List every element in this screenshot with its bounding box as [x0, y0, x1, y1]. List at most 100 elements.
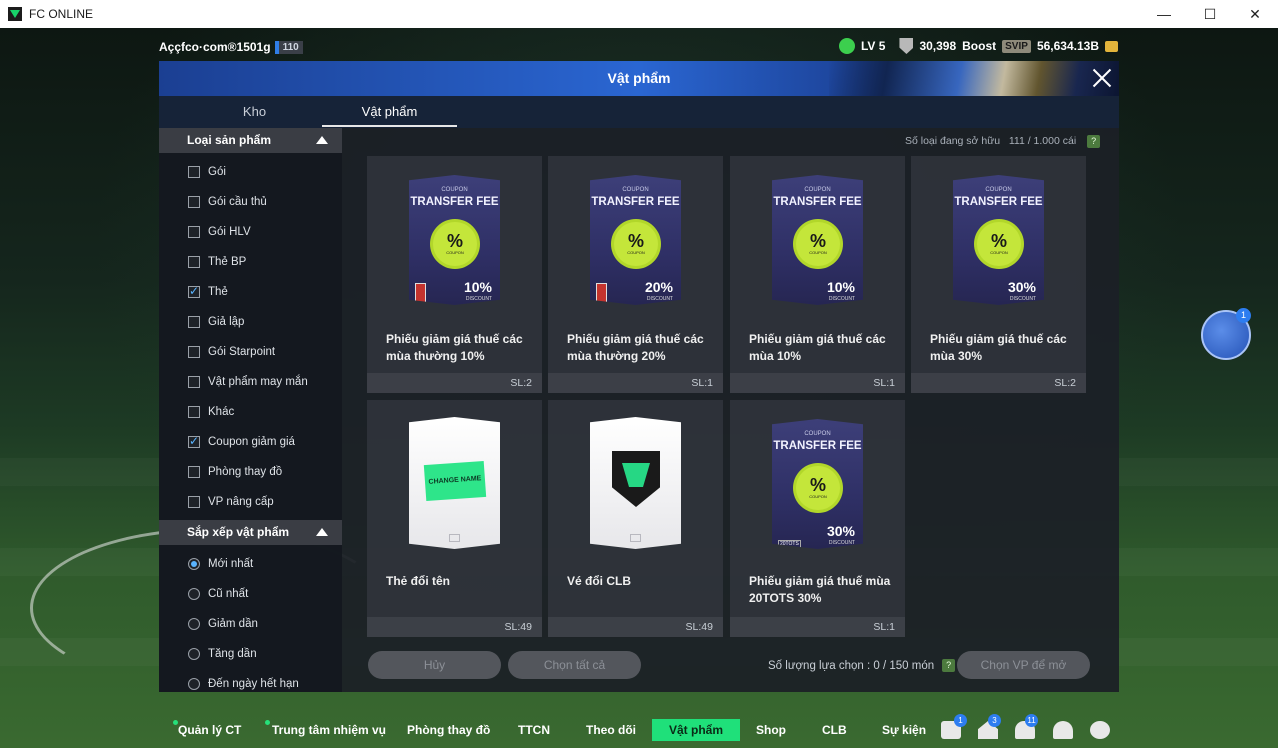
radio[interactable]: [188, 618, 200, 630]
notification-dot: [265, 720, 270, 725]
nav-clb[interactable]: CLB: [822, 721, 847, 739]
checkbox[interactable]: [188, 376, 200, 388]
item-name: Phiếu giảm giá thuế các mùa 10%: [749, 332, 886, 363]
nav-theo-doi[interactable]: Theo dõi: [586, 721, 636, 739]
filter-gia-lap[interactable]: Giả lập: [188, 313, 244, 331]
collapse-arrow-icon[interactable]: [316, 136, 328, 144]
modal-tabs: Kho Vật phẩm: [159, 96, 1119, 128]
filter-vp-nang-cap[interactable]: VP nâng cấp: [188, 493, 274, 511]
filter-vat-pham-may-man[interactable]: Vật phẩm may mắn: [188, 373, 308, 391]
checkbox[interactable]: [188, 166, 200, 178]
coupon-card-image: COUPON TRANSFER FEE % COUPON 20% DISCOUNT: [590, 175, 681, 305]
community-chat-icon[interactable]: 1: [1201, 308, 1251, 360]
sort-oldest[interactable]: Cũ nhất: [188, 585, 248, 603]
app-logo-icon: [8, 7, 22, 21]
close-icon[interactable]: [1090, 66, 1114, 90]
level-text: LV 5: [860, 39, 886, 53]
filter-sidebar: Loại sản phẩm Gói Gói cầu thủ Gói HLV Th…: [159, 128, 342, 692]
shield-icon: [899, 38, 914, 54]
help-icon[interactable]: ?: [942, 659, 956, 672]
nav-quan-ly-ct[interactable]: Quản lý CT: [178, 721, 241, 739]
select-all-button[interactable]: Chọn tất cả: [508, 651, 641, 679]
nav-trung-tam-nhiem-vu[interactable]: Trung tâm nhiệm vụ: [272, 721, 386, 739]
coupon-card-image: COUPON TRANSFER FEE % COUPON 20TOTS 30% DI…: [772, 419, 863, 549]
percent-badge-icon: % COUPON: [614, 222, 658, 266]
filter-the-bp[interactable]: Thẻ BP: [188, 253, 246, 271]
checkbox[interactable]: [188, 466, 200, 478]
checkbox[interactable]: [188, 256, 200, 268]
checkbox-checked[interactable]: [188, 434, 200, 448]
sort-expiry[interactable]: Đến ngày hết hạn: [188, 675, 299, 693]
settings-icon[interactable]: [1090, 721, 1110, 739]
nav-shop[interactable]: Shop: [756, 721, 786, 739]
coupon-card-image: COUPON TRANSFER FEE % COUPON 10% DISCOUNT: [772, 175, 863, 305]
nav-vat-pham[interactable]: Vật phẩm: [652, 719, 741, 741]
profile-icon[interactable]: [1053, 721, 1073, 739]
filter-goi-cau-thu[interactable]: Gói cầu thủ: [188, 193, 267, 211]
sort-descending[interactable]: Giảm dần: [188, 615, 258, 633]
coins-value: 56,634.13B: [1036, 39, 1099, 53]
filter-the[interactable]: Thẻ: [188, 283, 228, 301]
item-quantity: SL:1: [873, 377, 895, 389]
filter-goi-starpoint[interactable]: Gói Starpoint: [188, 343, 275, 361]
checkbox[interactable]: [188, 196, 200, 208]
checkbox[interactable]: [188, 226, 200, 238]
close-window-button[interactable]: ✕: [1232, 0, 1278, 28]
sort-header[interactable]: Sắp xếp vật phẩm: [159, 520, 342, 545]
item-card[interactable]: Vé đổi CLB SL:49: [548, 400, 723, 637]
tab-kho[interactable]: Kho: [187, 96, 322, 127]
items-modal: Vật phẩm Kho Vật phẩm Loại sản phẩm Gói …: [159, 61, 1119, 692]
radio-selected[interactable]: [188, 558, 200, 570]
item-name: Phiếu giảm giá thuế các mùa thường 10%: [386, 332, 523, 363]
window-titlebar: FC ONLINE — ☐ ✕: [0, 0, 1278, 28]
percent-badge-icon: % COUPON: [977, 222, 1021, 266]
bell-badge: 11: [1025, 714, 1038, 727]
maximize-button[interactable]: ☐: [1187, 0, 1233, 28]
radio[interactable]: [188, 588, 200, 600]
filter-phong-thay-do[interactable]: Phòng thay đồ: [188, 463, 282, 481]
item-card[interactable]: COUPON TRANSFER FEE % COUPON 10% DISCOUNT …: [367, 156, 542, 393]
no-icon: [596, 283, 607, 303]
level-smile-icon: [838, 38, 855, 54]
help-icon[interactable]: ?: [1087, 135, 1101, 148]
username: Aççfco·com®1501g: [159, 40, 271, 54]
club-shield-icon: [612, 451, 660, 507]
item-quantity: SL:49: [504, 621, 532, 633]
minimize-button[interactable]: —: [1141, 0, 1187, 28]
checkbox[interactable]: [188, 496, 200, 508]
boost-label[interactable]: Boost: [962, 39, 996, 53]
filter-khac[interactable]: Khác: [188, 403, 234, 421]
checkbox[interactable]: [188, 346, 200, 358]
filter-goi-hlv[interactable]: Gói HLV: [188, 223, 251, 241]
hud-user: Aççfco·com®1501g 110: [159, 40, 303, 54]
checkbox[interactable]: [188, 316, 200, 328]
item-quantity: SL:2: [510, 377, 532, 389]
item-name: Thẻ đổi tên: [386, 574, 450, 588]
nav-ttcn[interactable]: TTCN: [518, 721, 550, 739]
collapse-arrow-icon[interactable]: [316, 528, 328, 536]
item-name: Phiếu giảm giá thuế các mùa 30%: [930, 332, 1067, 363]
filter-coupon[interactable]: Coupon giảm giá: [188, 433, 295, 451]
radio[interactable]: [188, 648, 200, 660]
sort-newest[interactable]: Mới nhất: [188, 555, 253, 573]
tab-vat-pham[interactable]: Vật phẩm: [322, 96, 457, 127]
choose-item-open-button[interactable]: Chọn VP để mở: [957, 651, 1090, 679]
chat-icon[interactable]: 1: [941, 714, 967, 739]
cancel-button[interactable]: Hủy: [368, 651, 501, 679]
nav-phong-thay-do[interactable]: Phòng thay đồ: [407, 721, 490, 739]
item-card[interactable]: COUPON TRANSFER FEE % COUPON 20% DISCOUNT …: [548, 156, 723, 393]
item-card[interactable]: CHANGE NAME Thẻ đổi tên SL:49: [367, 400, 542, 637]
item-card[interactable]: COUPON TRANSFER FEE % COUPON 10% DISCOUNT …: [730, 156, 905, 393]
item-card[interactable]: COUPON TRANSFER FEE % COUPON 30% DISCOUNT …: [911, 156, 1086, 393]
filter-goi[interactable]: Gói: [188, 163, 226, 181]
checkbox[interactable]: [188, 406, 200, 418]
checkbox-checked[interactable]: [188, 284, 200, 298]
radio[interactable]: [188, 678, 200, 690]
item-quantity: SL:1: [691, 377, 713, 389]
fc-logo-icon: [449, 534, 460, 542]
nav-su-kien[interactable]: Sự kiện: [882, 721, 926, 739]
product-type-header[interactable]: Loại sản phẩm: [159, 128, 342, 153]
item-card[interactable]: COUPON TRANSFER FEE % COUPON 20TOTS 30% DI…: [730, 400, 905, 637]
sort-ascending[interactable]: Tăng dần: [188, 645, 257, 663]
item-quantity: SL:49: [685, 621, 713, 633]
